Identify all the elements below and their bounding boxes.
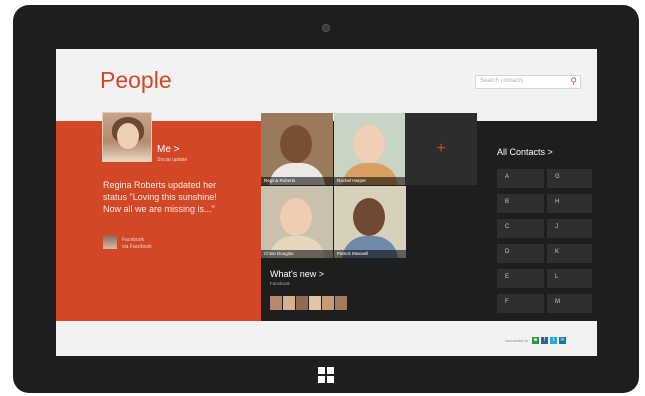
person-tile[interactable]: Chloe Douglas bbox=[261, 186, 333, 258]
connected-services: connected to ■ f t in bbox=[505, 337, 566, 344]
search-placeholder: Search contacts bbox=[480, 78, 524, 84]
whats-new-thumbnails[interactable] bbox=[270, 296, 347, 310]
page-title: People bbox=[100, 67, 172, 93]
contact-letter-a[interactable]: A bbox=[497, 169, 544, 188]
person-name: Chloe Douglas bbox=[261, 250, 333, 258]
search-icon[interactable]: ⚲ bbox=[570, 76, 577, 87]
add-contact-button[interactable]: + bbox=[405, 113, 477, 185]
whats-new-thumbnail[interactable] bbox=[309, 296, 321, 310]
twitter-icon: t bbox=[549, 337, 557, 344]
person-name: Regina Roberts bbox=[261, 177, 333, 185]
contact-letter-l[interactable]: L bbox=[547, 269, 592, 288]
whats-new-thumbnail[interactable] bbox=[335, 296, 347, 310]
person-name: Patrick Maxwell bbox=[334, 250, 406, 258]
me-tile[interactable]: Me > Social update Regina Roberts update… bbox=[56, 112, 261, 321]
camera-icon bbox=[322, 24, 330, 32]
facebook-icon: f bbox=[540, 337, 548, 344]
me-status-text: Regina Roberts updated her status "Lovin… bbox=[103, 180, 217, 214]
contact-letter-g[interactable]: G bbox=[547, 169, 592, 188]
linkedin-icon: in bbox=[558, 337, 566, 344]
contact-letter-k[interactable]: K bbox=[547, 244, 592, 263]
contact-letter-c[interactable]: C bbox=[497, 219, 544, 238]
whats-new-link[interactable]: What's new > bbox=[270, 269, 324, 279]
contact-letter-m[interactable]: M bbox=[547, 294, 592, 313]
person-tile[interactable]: Rachel Harper bbox=[334, 113, 406, 185]
whats-new-subtitle: Facebook bbox=[270, 281, 290, 286]
app-screen: People Search contacts ⚲ Me > Social upd… bbox=[56, 49, 597, 356]
me-subtitle: Social update bbox=[157, 157, 188, 163]
whats-new-thumbnail[interactable] bbox=[296, 296, 308, 310]
contact-letter-d[interactable]: D bbox=[497, 244, 544, 263]
contact-letter-h[interactable]: H bbox=[547, 194, 592, 213]
whats-new-thumbnail[interactable] bbox=[283, 296, 295, 310]
search-input[interactable]: Search contacts ⚲ bbox=[475, 75, 581, 89]
all-contacts-link[interactable]: All Contacts > bbox=[497, 147, 553, 157]
whats-new-thumbnail[interactable] bbox=[322, 296, 334, 310]
contact-letter-f[interactable]: F bbox=[497, 294, 544, 313]
contact-letter-j[interactable]: J bbox=[547, 219, 592, 238]
connected-label: connected to bbox=[505, 338, 528, 343]
person-name: Rachel Harper bbox=[334, 177, 406, 185]
person-tile[interactable]: Regina Roberts bbox=[261, 113, 333, 185]
person-tile[interactable]: Patrick Maxwell bbox=[334, 186, 406, 258]
contact-letter-e[interactable]: E bbox=[497, 269, 544, 288]
me-avatar[interactable] bbox=[102, 112, 152, 162]
me-label[interactable]: Me > bbox=[157, 144, 180, 155]
status-source: Facebook bbox=[122, 237, 144, 243]
contact-letter-b[interactable]: B bbox=[497, 194, 544, 213]
status-author-avatar bbox=[103, 235, 117, 249]
windows-live-icon: ■ bbox=[531, 337, 539, 344]
status-source-via: via Facebook bbox=[122, 244, 152, 250]
windows-logo-icon[interactable] bbox=[318, 367, 334, 383]
whats-new-thumbnail[interactable] bbox=[270, 296, 282, 310]
